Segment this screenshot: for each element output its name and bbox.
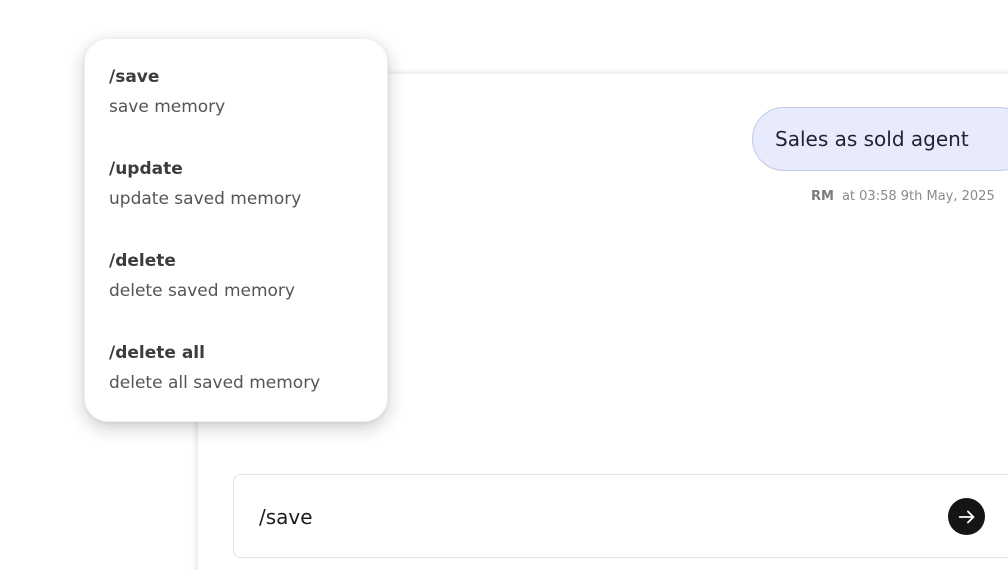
command-description: delete saved memory xyxy=(109,281,295,301)
arrow-right-icon xyxy=(958,510,974,523)
command-description: update saved memory xyxy=(109,189,302,209)
command-item-delete-all[interactable]: /delete all delete all saved memory xyxy=(109,342,379,394)
page: Sales as sold agent RM at 03:58 9th May, … xyxy=(0,0,1008,570)
command-menu: /save save memory /update update saved m… xyxy=(84,38,388,422)
command-description: save memory xyxy=(109,97,226,117)
message-composer xyxy=(233,474,1008,558)
command-item-update[interactable]: /update update saved memory xyxy=(109,158,379,210)
command-item-delete[interactable]: /delete delete saved memory xyxy=(109,250,379,302)
send-button[interactable] xyxy=(948,498,985,535)
message-input[interactable] xyxy=(259,499,919,535)
command-name: /delete xyxy=(109,251,176,271)
message-text: Sales as sold agent xyxy=(775,127,969,151)
command-item-save[interactable]: /save save memory xyxy=(109,66,379,118)
message-meta: RM at 03:58 9th May, 2025 xyxy=(811,189,995,204)
command-name: /delete all xyxy=(109,343,205,363)
command-description: delete all saved memory xyxy=(109,373,321,393)
command-name: /update xyxy=(109,159,183,179)
command-name: /save xyxy=(109,67,160,87)
user-message-bubble: Sales as sold agent xyxy=(752,107,1008,171)
message-sender: RM xyxy=(811,189,834,204)
message-timestamp: at 03:58 9th May, 2025 xyxy=(841,189,995,204)
